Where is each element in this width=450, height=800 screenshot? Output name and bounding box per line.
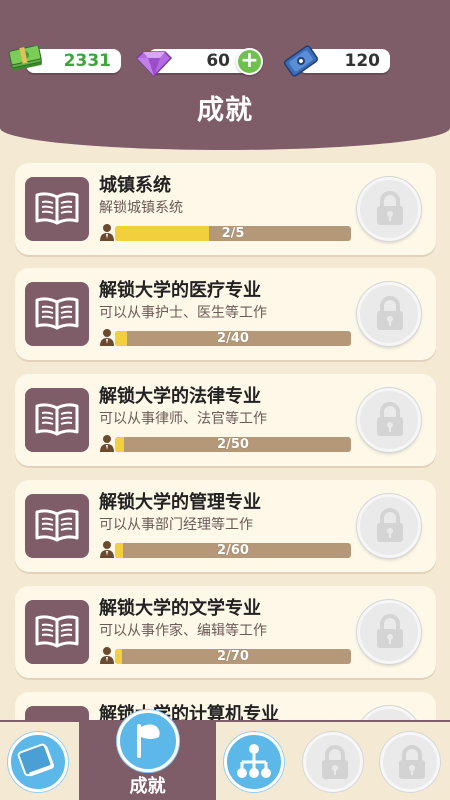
achievement-description: 可以从事律师、法官等工作	[99, 411, 267, 427]
lock-icon	[322, 745, 348, 779]
lock-icon	[399, 745, 425, 779]
book-icon	[25, 600, 89, 664]
achievement-card[interactable]: 解锁大学的文学专业 可以从事作家、编辑等工作 2/70	[15, 586, 436, 678]
lock-icon	[377, 191, 403, 225]
person-icon	[100, 541, 114, 558]
add-gems-button[interactable]: +	[236, 48, 263, 75]
nav-achievement-button[interactable]	[117, 710, 179, 772]
lock-icon	[377, 296, 403, 330]
page-title: 成就	[197, 95, 253, 126]
achievement-description: 可以从事作家、编辑等工作	[99, 623, 267, 639]
achievement-title: 解锁大学的文学专业	[99, 598, 261, 619]
claim-lock-button[interactable]	[357, 600, 421, 664]
nav-locked-button-2[interactable]	[380, 732, 440, 792]
claim-lock-button[interactable]	[357, 388, 421, 452]
person-icon	[100, 224, 114, 241]
achievement-description: 可以从事部门经理等工作	[99, 517, 253, 533]
flag-icon	[137, 724, 160, 758]
nav-locked-button-1[interactable]	[303, 732, 363, 792]
achievement-card[interactable]: 解锁大学的管理专业 可以从事部门经理等工作 2/60	[15, 480, 436, 572]
progress-bar: 2/40	[115, 331, 351, 346]
book-icon	[25, 282, 89, 346]
claim-lock-button[interactable]	[357, 282, 421, 346]
person-icon	[100, 329, 114, 346]
person-icon	[100, 435, 114, 452]
achievement-card[interactable]: 解锁大学的计算机专业	[15, 692, 436, 720]
ticket-value: 120	[344, 51, 381, 71]
achievement-title: 城镇系统	[99, 175, 171, 196]
progress-text: 2/5	[221, 226, 245, 241]
progress-text: 2/40	[217, 331, 249, 346]
lock-icon	[377, 402, 403, 436]
book-icon	[25, 494, 89, 558]
achievement-title: 解锁大学的医疗专业	[99, 280, 261, 301]
book-icon	[25, 706, 89, 720]
claim-lock-button[interactable]	[357, 494, 421, 558]
cash-stack-icon	[8, 46, 42, 71]
achievement-description: 解锁城镇系统	[99, 200, 183, 216]
blue-book-icon	[17, 743, 55, 777]
achievement-title: 解锁大学的管理专业	[99, 492, 261, 513]
nav-book-button[interactable]	[8, 732, 68, 792]
progress-bar: 2/60	[115, 543, 351, 558]
lock-icon	[377, 508, 403, 542]
progress-text: 2/60	[217, 543, 249, 558]
lock-icon	[377, 614, 403, 648]
diamond-icon	[135, 51, 173, 78]
org-chart-icon	[237, 744, 271, 778]
progress-bar: 2/70	[115, 649, 351, 664]
header: 2331 60 + 120 成就	[0, 0, 450, 150]
money-value: 2331	[63, 51, 111, 71]
nav-tree-button[interactable]	[224, 732, 284, 792]
achievement-description: 可以从事护士、医生等工作	[99, 305, 267, 321]
gem-value: 60	[206, 51, 230, 71]
claim-lock-button[interactable]	[357, 177, 421, 241]
achievement-card[interactable]: 解锁大学的医疗专业 可以从事护士、医生等工作 2/40	[15, 268, 436, 360]
achievement-card[interactable]: 解锁大学的法律专业 可以从事律师、法官等工作 2/50	[15, 374, 436, 466]
ticket-icon	[283, 45, 319, 77]
book-icon	[25, 177, 89, 241]
book-icon	[25, 388, 89, 452]
progress-text: 2/50	[217, 437, 249, 452]
progress-bar: 2/5	[115, 226, 351, 241]
progress-text: 2/70	[217, 649, 249, 664]
nav-achievement-label: 成就	[129, 776, 166, 797]
progress-bar: 2/50	[115, 437, 351, 452]
person-icon	[100, 647, 114, 664]
achievement-title: 解锁大学的法律专业	[99, 386, 261, 407]
bottom-nav: 成就	[0, 710, 450, 800]
claim-lock-button[interactable]	[357, 706, 421, 720]
achievement-card[interactable]: 城镇系统 解锁城镇系统 2/5	[15, 163, 436, 255]
